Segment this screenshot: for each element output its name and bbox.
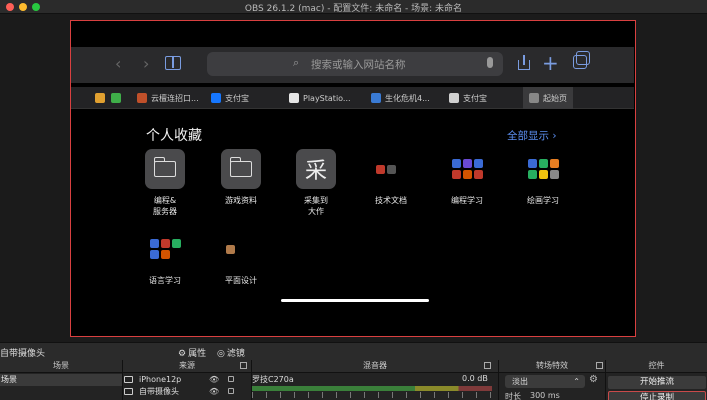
tab-4[interactable]: 支付宝 <box>211 87 249 109</box>
mixer-device-name: 罗技C270a <box>252 375 294 384</box>
tab-favicon <box>137 93 147 103</box>
dock-float-icon[interactable] <box>484 362 491 369</box>
tab-start-page[interactable]: 起始页 <box>523 87 573 109</box>
tab-favicon <box>529 93 539 103</box>
filter-icon: ◎ <box>217 349 225 359</box>
mini-grid-icon <box>447 149 487 189</box>
favorite-item[interactable]: 编程学习 <box>439 149 495 206</box>
favorite-label: 游戏资料 <box>225 196 257 205</box>
tab-2[interactable] <box>111 87 125 109</box>
favorite-label: 平面设计 <box>225 276 257 285</box>
tab-favicon <box>371 93 381 103</box>
bookmarks-icon[interactable] <box>165 56 181 70</box>
favorite-item[interactable]: 采 采集到 大作 <box>288 149 344 217</box>
safari-toolbar: ‹ › ⌕ 搜索或输入网站名称 + <box>71 47 634 83</box>
window-title: OBS 26.1.2 (mac) - 配置文件: 未命名 - 场景: 未命名 <box>244 4 463 14</box>
forward-icon[interactable]: › <box>143 54 149 73</box>
audio-meter <box>252 386 492 391</box>
source-toolbar: 自带摄像头 ⚙ 属性 ◎ 滤镜 <box>0 342 707 360</box>
scene-list-item[interactable]: 场景 <box>0 374 122 386</box>
tab-7[interactable]: 支付宝 <box>449 87 487 109</box>
favorite-item[interactable]: 绘画学习 <box>515 149 571 206</box>
window-titlebar: OBS 26.1.2 (mac) - 配置文件: 未命名 - 场景: 未命名 <box>0 0 707 14</box>
address-placeholder: 搜索或输入网站名称 <box>311 59 406 71</box>
camera-icon <box>124 376 133 383</box>
tab-favicon <box>95 93 105 103</box>
microphone-icon[interactable] <box>487 57 493 68</box>
tab-favicon <box>449 93 459 103</box>
lock-icon[interactable] <box>228 376 234 382</box>
home-indicator <box>281 299 429 302</box>
favorites-title: 个人收藏 <box>146 128 202 144</box>
folder-icon <box>145 149 185 189</box>
tab-favicon <box>111 93 121 103</box>
favorite-item[interactable]: 游戏资料 <box>213 149 269 206</box>
mini-grid-icon <box>145 229 185 269</box>
scenes-header: 场景 <box>0 360 122 373</box>
tab-6[interactable]: 生化危机4... <box>371 87 430 109</box>
show-all-link[interactable]: 全部显示 › <box>507 128 557 143</box>
favorite-label: 绘画学习 <box>527 196 559 205</box>
filters-button[interactable]: ◎ 滤镜 <box>217 346 245 359</box>
cai-icon: 采 <box>296 149 336 189</box>
address-bar[interactable]: ⌕ 搜索或输入网站名称 <box>207 52 503 76</box>
search-icon: ⌕ <box>293 56 300 69</box>
mixer-db-value: 0.0 dB <box>462 374 488 383</box>
folder-icon <box>221 149 261 189</box>
mini-grid-icon <box>221 229 261 269</box>
dock-float-icon[interactable] <box>240 362 247 369</box>
tab-favicon <box>211 93 221 103</box>
transitions-header: 转场特效 <box>499 360 605 373</box>
sources-header: 来源 <box>123 360 251 373</box>
tab-overview-icon[interactable] <box>573 51 590 69</box>
favorite-label: 编程学习 <box>451 196 483 205</box>
selected-source-name: 自带摄像头 <box>0 349 46 359</box>
favorite-label: 技术文档 <box>375 196 407 205</box>
tab-favicon <box>289 93 299 103</box>
favorite-item[interactable]: 编程& 服务器 <box>137 149 193 217</box>
mixer-header: 混音器 <box>252 360 498 373</box>
favorite-label: 采集到 大作 <box>304 196 328 216</box>
mini-grid-icon <box>523 149 563 189</box>
favorite-item[interactable]: 技术文档 <box>363 149 419 206</box>
back-icon[interactable]: ‹ <box>115 54 121 73</box>
start-streaming-button[interactable]: 开始推流 <box>608 376 706 389</box>
properties-button[interactable]: ⚙ 属性 <box>178 346 206 359</box>
favorite-label: 语言学习 <box>149 276 181 285</box>
gear-icon: ⚙ <box>178 349 187 359</box>
transition-select[interactable]: 淡出 ⌃ <box>505 375 585 388</box>
favorite-item[interactable]: 平面设计 <box>213 229 269 286</box>
chevron-updown-icon: ⌃ <box>573 377 580 386</box>
gear-icon[interactable]: ⚙ <box>589 374 598 385</box>
visibility-eye-icon[interactable]: 👁 <box>209 386 219 398</box>
tab-1[interactable] <box>95 87 109 109</box>
favorite-item[interactable]: 语言学习 <box>137 229 193 286</box>
share-icon[interactable] <box>517 55 531 71</box>
docks-area: 场景 来源 混音器 转场特效 控件 场景 iPhone12p 👁 自带摄像头 👁… <box>0 360 707 400</box>
preview-canvas[interactable]: ‹ › ⌕ 搜索或输入网站名称 + 云檀连招口... 支付宝 PlayStati… <box>70 20 636 337</box>
lock-icon[interactable] <box>228 388 234 394</box>
tab-5[interactable]: PlayStatio... <box>289 87 351 109</box>
camera-icon <box>124 388 133 395</box>
source-list-item[interactable]: iPhone12p 👁 <box>124 374 250 386</box>
visibility-eye-icon[interactable]: 👁 <box>209 374 219 386</box>
preview-area: ‹ › ⌕ 搜索或输入网站名称 + 云檀连招口... 支付宝 PlayStati… <box>0 14 707 342</box>
tab-strip: 云檀连招口... 支付宝 PlayStatio... 生化危机4... 支付宝 … <box>71 87 634 109</box>
audio-meter-ticks <box>252 392 492 398</box>
dock-float-icon[interactable] <box>596 362 603 369</box>
controls-header: 控件 <box>606 360 707 373</box>
duration-label: 时长 <box>505 392 521 400</box>
duration-input[interactable]: 300 ms <box>530 391 560 400</box>
mini-grid-icon <box>371 149 411 189</box>
tab-3[interactable]: 云檀连招口... <box>137 87 199 109</box>
favorite-label: 编程& 服务器 <box>153 196 177 216</box>
new-tab-icon[interactable]: + <box>542 51 559 75</box>
source-list-item[interactable]: 自带摄像头 👁 <box>124 386 250 398</box>
stop-recording-button[interactable]: 停止录制 <box>608 391 706 400</box>
